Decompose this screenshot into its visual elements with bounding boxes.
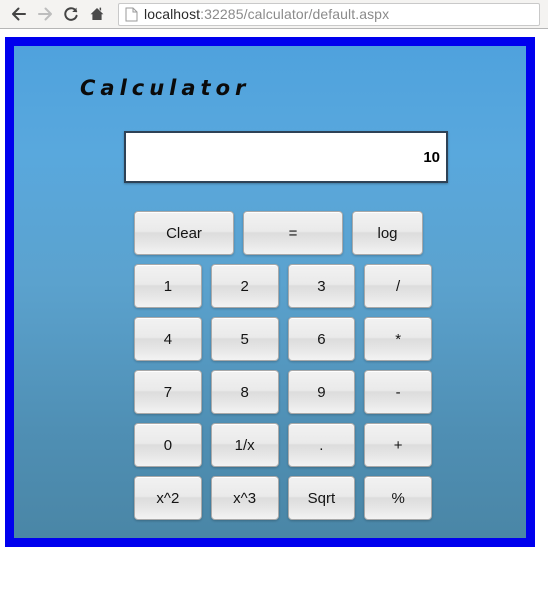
forward-button[interactable]: [32, 1, 58, 27]
address-bar-text: localhost:32285/calculator/default.aspx: [144, 6, 389, 22]
equals-button[interactable]: =: [243, 211, 343, 255]
home-icon: [88, 5, 106, 23]
reciprocal-button[interactable]: 1/x: [210, 423, 279, 467]
digit-2-button[interactable]: 2: [210, 264, 279, 308]
digit-6-button[interactable]: 6: [287, 317, 356, 361]
keypad: Clear = log 1 2 3/4 5 6 * 7 8 9-0 1/x. + x^2 x^3 Sqrt%: [134, 211, 432, 520]
display-field[interactable]: 10: [124, 131, 448, 183]
back-arrow-icon: [10, 5, 28, 23]
reload-button[interactable]: [58, 1, 84, 27]
keypad-row: 1 2 3/: [134, 264, 432, 308]
clear-button[interactable]: Clear: [134, 211, 234, 255]
decimal-button[interactable]: .: [287, 423, 356, 467]
back-button[interactable]: [6, 1, 32, 27]
keypad-row: 4 5 6 *: [134, 317, 432, 361]
browser-toolbar: localhost:32285/calculator/default.aspx: [0, 0, 548, 29]
square-button[interactable]: x^2: [134, 476, 202, 520]
page-title: Calculator: [80, 76, 251, 100]
multiply-button[interactable]: *: [364, 317, 432, 361]
square-root-button[interactable]: Sqrt: [287, 476, 356, 520]
digit-4-button[interactable]: 4: [134, 317, 202, 361]
digit-1-button[interactable]: 1: [134, 264, 202, 308]
digit-9-button[interactable]: 9: [287, 370, 356, 414]
keypad-row: x^2 x^3 Sqrt%: [134, 476, 432, 520]
percent-button[interactable]: %: [364, 476, 432, 520]
divide-button[interactable]: /: [364, 264, 432, 308]
url-host: localhost: [144, 6, 201, 22]
keypad-row: 789-: [134, 370, 432, 414]
address-bar[interactable]: localhost:32285/calculator/default.aspx: [118, 2, 540, 26]
digit-5-button[interactable]: 5: [210, 317, 279, 361]
digit-3-button[interactable]: 3: [287, 264, 356, 308]
url-path: :32285/calculator/default.aspx: [200, 6, 390, 22]
cube-button[interactable]: x^3: [210, 476, 279, 520]
calculator-page: Calculator 10 Clear = log 1 2 3/4 5 6 * 7 8 9-0 1/x.…: [5, 37, 535, 547]
display-value: 10: [423, 148, 440, 166]
digit-7-button[interactable]: 7: [134, 370, 202, 414]
add-button[interactable]: +: [364, 423, 432, 467]
keypad-row: 0 1/x. +: [134, 423, 432, 467]
reload-icon: [62, 5, 80, 23]
digit-8-button[interactable]: 8: [210, 370, 279, 414]
keypad-row: Clear = log: [134, 211, 432, 255]
home-button[interactable]: [84, 1, 110, 27]
digit-0-button[interactable]: 0: [134, 423, 202, 467]
forward-arrow-icon: [36, 5, 54, 23]
subtract-button[interactable]: -: [364, 370, 432, 414]
page-document-icon: [125, 7, 138, 22]
log-button[interactable]: log: [352, 211, 423, 255]
